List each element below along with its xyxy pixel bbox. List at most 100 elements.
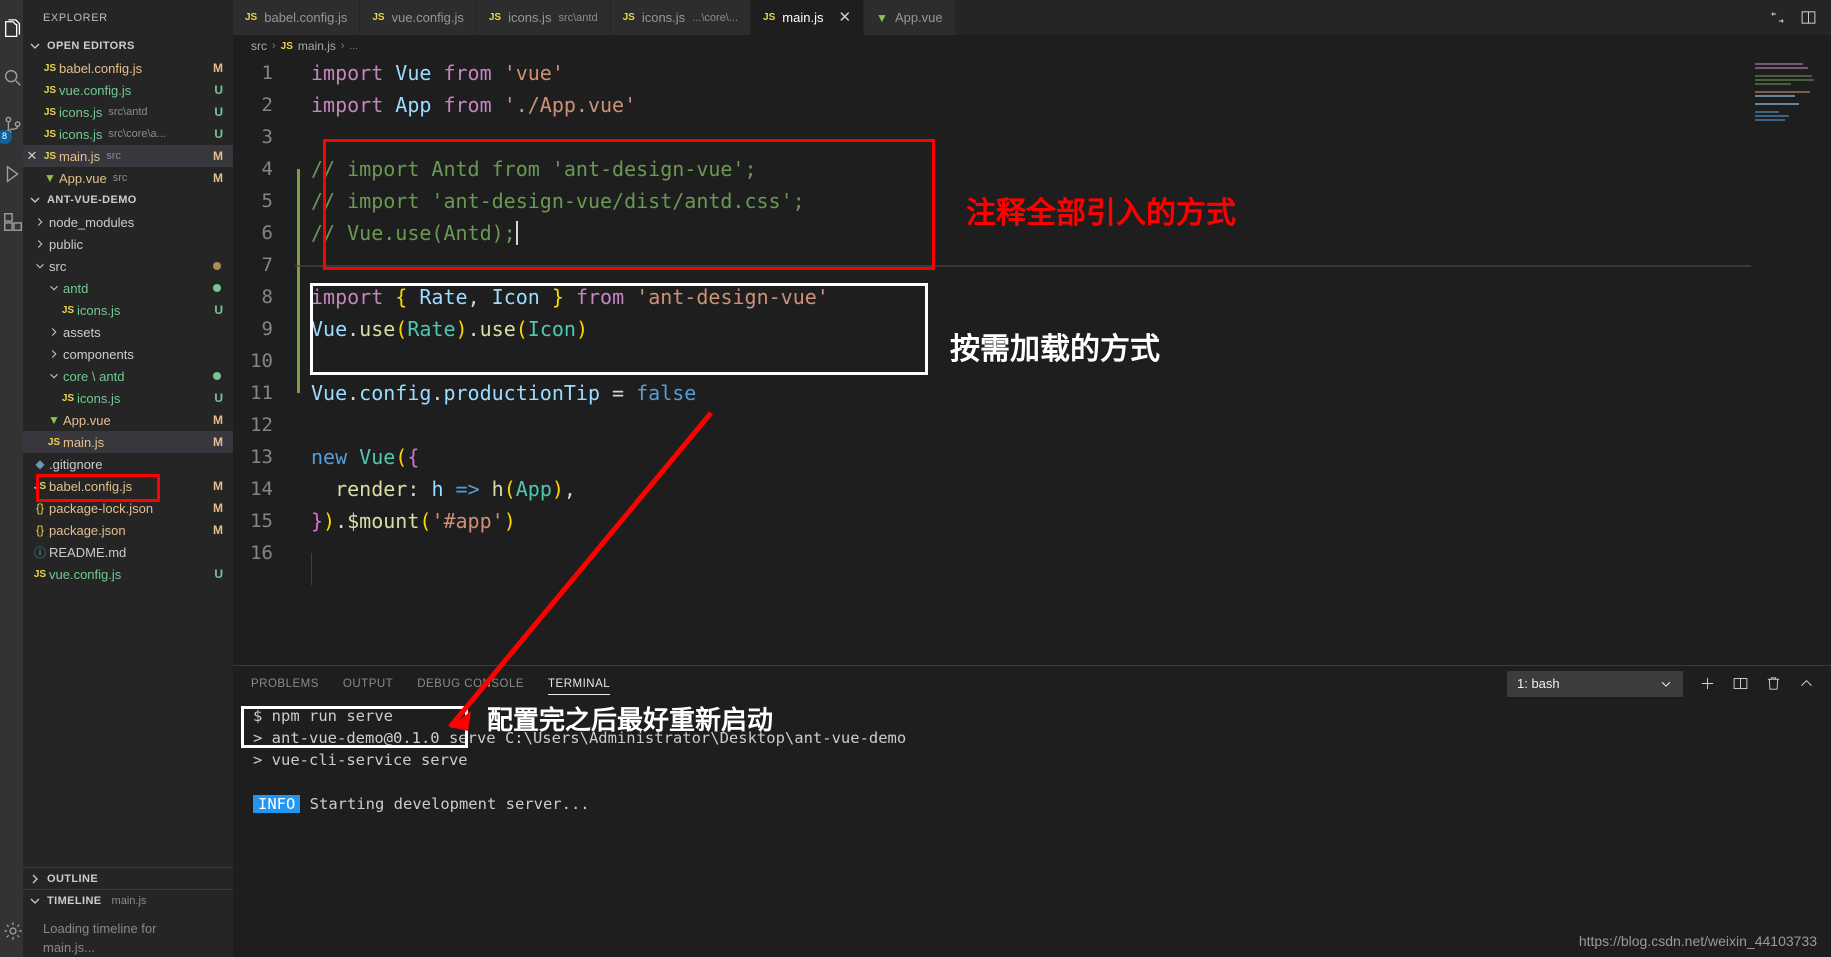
editor-tab-App-vue[interactable]: ▼ App.vue	[864, 0, 956, 35]
minimap[interactable]	[1755, 63, 1815, 123]
timeline-loading-line-1: Loading timeline for	[43, 921, 157, 936]
editor-horizontal-scrollbar[interactable]	[295, 265, 1751, 267]
split-terminal-icon[interactable]	[1732, 675, 1749, 692]
kill-terminal-icon[interactable]	[1765, 675, 1782, 692]
section-outline[interactable]: OUTLINE	[23, 867, 233, 889]
chevron-right-icon	[33, 237, 47, 251]
breadcrumb-separator: ›	[272, 40, 276, 52]
tree-item--gitignore[interactable]: ◆ .gitignore	[23, 453, 233, 475]
open-editor-item-babel-config-js[interactable]: JS babel.config.js M	[23, 57, 233, 79]
open-editor-desc: src	[112, 172, 128, 184]
editor-tab-vue-config-js[interactable]: JS vue.config.js	[360, 0, 477, 35]
section-timeline[interactable]: TIMELINE main.js	[23, 889, 233, 911]
code-line-3[interactable]: 3	[233, 121, 1831, 153]
tree-item-label: icons.js	[77, 390, 121, 406]
open-editor-item-icons-js[interactable]: JS icons.js src\core\a... U	[23, 123, 233, 145]
close-panel-icon[interactable]	[1798, 675, 1815, 692]
code-token: Icon	[527, 317, 576, 341]
section-project[interactable]: ANT-VUE-DEMO	[23, 189, 233, 211]
terminal-line-3	[253, 771, 1831, 793]
tree-item-main-js[interactable]: JS main.js M	[23, 431, 233, 453]
activity-item-explorer[interactable]	[0, 6, 23, 54]
fold-marker	[297, 169, 300, 393]
editor-tab-label: main.js	[782, 10, 824, 25]
breadcrumb-item-2[interactable]: ...	[350, 41, 358, 52]
panel-tab-terminal[interactable]: TERMINAL	[548, 666, 611, 701]
panel-tab-problems[interactable]: PROBLEMS	[251, 666, 319, 701]
code-line-1[interactable]: 1 import Vue from 'vue'	[233, 57, 1831, 89]
tree-item-App-vue[interactable]: ▼ App.vue M	[23, 409, 233, 431]
open-changes-icon[interactable]	[1800, 9, 1817, 26]
chevron-down-icon	[27, 893, 43, 909]
code-token: )	[503, 509, 516, 533]
panel-tab-debug-console[interactable]: DEBUG CONSOLE	[417, 666, 524, 701]
tree-item-core-antd[interactable]: core \ antd	[23, 365, 233, 387]
line-content: import Vue from 'vue'	[295, 57, 1831, 89]
code-line-2[interactable]: 2 import App from './App.vue'	[233, 89, 1831, 121]
close-icon[interactable]: ✕	[23, 148, 41, 164]
tree-item-assets[interactable]: assets	[23, 321, 233, 343]
open-editor-item-main-js[interactable]: ✕ JS main.js src M	[23, 145, 233, 167]
open-editor-item-vue-config-js[interactable]: JS vue.config.js U	[23, 79, 233, 101]
code-token: App	[515, 477, 552, 501]
breadcrumb[interactable]: src › JS main.js › ...	[233, 35, 1831, 57]
tree-item-components[interactable]: components	[23, 343, 233, 365]
tree-item-icons-js[interactable]: JS icons.js U	[23, 387, 233, 409]
tree-item-label: .gitignore	[49, 456, 103, 472]
code-token: use	[359, 317, 396, 341]
code-line-11[interactable]: 11 Vue.config.productionTip = false	[233, 377, 1831, 409]
code-line-12[interactable]: 12	[233, 409, 1831, 441]
tree-item-icons-js[interactable]: JS icons.js U	[23, 299, 233, 321]
breadcrumb-item-0[interactable]: src	[251, 39, 267, 53]
tree-item-vue-config-js[interactable]: JS vue.config.js U	[23, 563, 233, 585]
breadcrumb-item-1[interactable]: main.js	[298, 39, 336, 53]
js-icon: JS	[763, 12, 776, 23]
close-icon[interactable]: ✕	[838, 10, 851, 25]
tree-item-node_modules[interactable]: node_modules	[23, 211, 233, 233]
activity-item-run-debug[interactable]	[0, 150, 23, 198]
activity-item-manage[interactable]	[0, 909, 23, 957]
terminal-instance-select[interactable]: 1: bash	[1507, 670, 1683, 697]
tree-item-src[interactable]: src	[23, 255, 233, 277]
code-token: new	[311, 445, 348, 469]
code-line-13[interactable]: 13 new Vue({	[233, 441, 1831, 473]
section-open-editors[interactable]: OPEN EDITORS	[23, 35, 233, 57]
tree-item-package-lock-json[interactable]: {} package-lock.json M	[23, 497, 233, 519]
editor-tabs-bar: JS babel.config.js JS vue.config.js JS icons.…	[233, 0, 1831, 35]
terminal-output[interactable]: $ npm run serve > ant-vue-demo@0.1.0 serv…	[233, 701, 1831, 957]
new-terminal-icon[interactable]	[1699, 675, 1716, 692]
panel-tab-output[interactable]: OUTPUT	[343, 666, 393, 701]
code-line-16[interactable]: 16	[233, 537, 1831, 569]
editor-tab-main-js[interactable]: JS main.js ✕	[751, 0, 865, 35]
tree-item-public[interactable]: public	[23, 233, 233, 255]
editor-tab-babel-config-js[interactable]: JS babel.config.js	[233, 0, 361, 35]
tree-item-label: components	[63, 346, 134, 362]
vue-icon: ▼	[876, 10, 888, 25]
tree-item-README-md[interactable]: ⓘ README.md	[23, 541, 233, 563]
line-content: }).$mount('#app')	[295, 505, 1831, 537]
activity-item-search[interactable]	[0, 54, 23, 102]
js-icon: JS	[43, 84, 57, 96]
activity-item-source-control[interactable]: 8	[0, 102, 23, 150]
js-icon: JS	[280, 40, 293, 52]
editor-tab-icons-js-core[interactable]: JS icons.js ...\core\...	[610, 0, 752, 35]
split-editor-icon[interactable]	[1769, 9, 1786, 26]
code-line-14[interactable]: 14 render: h => h(App),	[233, 473, 1831, 505]
timeline-loading-text: Loading timeline for main.js...	[23, 911, 233, 957]
open-editor-item-App-vue[interactable]: ▼ App.vue src M	[23, 167, 233, 189]
open-editor-item-icons-js[interactable]: JS icons.js src\antd U	[23, 101, 233, 123]
code-line-8[interactable]: 8 import { Rate, Icon } from 'ant-design-…	[233, 281, 1831, 313]
open-editor-label: icons.js	[59, 126, 103, 142]
editor-tab-icons-js-srcantd[interactable]: JS icons.js src\antd	[476, 0, 611, 35]
open-editor-label: main.js	[59, 148, 101, 164]
code-line-15[interactable]: 15}).$mount('#app')	[233, 505, 1831, 537]
activity-item-extensions[interactable]	[0, 198, 23, 246]
code-line-4[interactable]: 4 // import Antd from 'ant-design-vue';	[233, 153, 1831, 185]
tree-item-label: package-lock.json	[49, 500, 154, 516]
line-number: 6	[261, 222, 273, 244]
tree-item-babel-config-js[interactable]: JS babel.config.js M	[23, 475, 233, 497]
debug-icon	[2, 163, 24, 185]
tree-item-package-json[interactable]: {} package.json M	[23, 519, 233, 541]
tree-item-antd[interactable]: antd	[23, 277, 233, 299]
